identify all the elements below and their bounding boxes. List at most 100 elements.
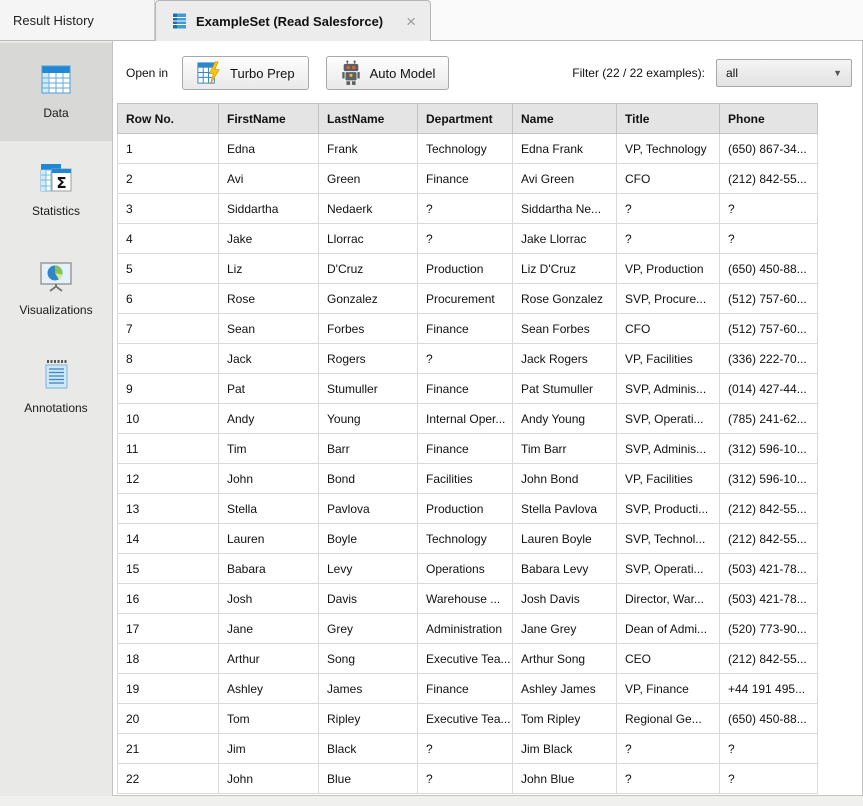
table-row[interactable]: 8JackRogers?Jack RogersVP, Facilities(33… [118,344,818,374]
table-cell[interactable]: (212) 842-55... [720,164,818,194]
table-cell[interactable]: Lauren Boyle [513,524,617,554]
table-cell[interactable]: CFO [617,314,720,344]
table-row[interactable]: 7SeanForbesFinanceSean ForbesCFO(512) 75… [118,314,818,344]
table-cell[interactable]: ? [617,224,720,254]
table-cell[interactable]: 18 [118,644,219,674]
table-cell[interactable]: Pavlova [319,494,418,524]
table-cell[interactable]: 21 [118,734,219,764]
table-cell[interactable]: 12 [118,464,219,494]
column-header-title[interactable]: Title [617,104,720,134]
table-cell[interactable]: Tom [219,704,319,734]
table-row[interactable]: 15BabaraLevyOperationsBabara LevySVP, Op… [118,554,818,584]
table-row[interactable]: 22JohnBlue?John Blue?? [118,764,818,794]
table-cell[interactable]: CEO [617,644,720,674]
table-cell[interactable]: Babara [219,554,319,584]
column-header-row-no[interactable]: Row No. [118,104,219,134]
table-cell[interactable]: Frank [319,134,418,164]
table-cell[interactable]: 15 [118,554,219,584]
table-cell[interactable]: 8 [118,344,219,374]
table-cell[interactable]: ? [418,224,513,254]
column-header-firstname[interactable]: FirstName [219,104,319,134]
table-cell[interactable]: VP, Production [617,254,720,284]
table-cell[interactable]: (520) 773-90... [720,614,818,644]
table-row[interactable]: 2AviGreenFinanceAvi GreenCFO(212) 842-55… [118,164,818,194]
table-cell[interactable]: SVP, Operati... [617,404,720,434]
table-cell[interactable]: Jake [219,224,319,254]
table-cell[interactable]: Josh Davis [513,584,617,614]
table-cell[interactable]: Siddartha Ne... [513,194,617,224]
sidebar-item-annotations[interactable]: Annotations [0,337,112,435]
table-cell[interactable]: Grey [319,614,418,644]
table-cell[interactable]: ? [720,194,818,224]
tab-exampleset[interactable]: ExampleSet (Read Salesforce) × [155,0,431,41]
table-cell[interactable]: Andy [219,404,319,434]
column-header-department[interactable]: Department [418,104,513,134]
table-cell[interactable]: Jim Black [513,734,617,764]
table-cell[interactable]: (312) 596-10... [720,434,818,464]
column-header-name[interactable]: Name [513,104,617,134]
table-cell[interactable]: Operations [418,554,513,584]
turbo-prep-button[interactable]: Turbo Prep [182,56,309,90]
table-cell[interactable]: Gonzalez [319,284,418,314]
table-cell[interactable]: Production [418,254,513,284]
table-cell[interactable]: VP, Technology [617,134,720,164]
table-cell[interactable]: Administration [418,614,513,644]
table-cell[interactable]: Barr [319,434,418,464]
table-cell[interactable]: Boyle [319,524,418,554]
table-cell[interactable]: SVP, Adminis... [617,434,720,464]
auto-model-button[interactable]: Auto Model [326,56,450,90]
table-cell[interactable]: Jane Grey [513,614,617,644]
table-cell[interactable]: Tim Barr [513,434,617,464]
table-row[interactable]: 3SiddarthaNedaerk?Siddartha Ne...?? [118,194,818,224]
table-cell[interactable]: D'Cruz [319,254,418,284]
table-cell[interactable]: 6 [118,284,219,314]
table-cell[interactable]: Ashley James [513,674,617,704]
table-cell[interactable]: Regional Ge... [617,704,720,734]
table-cell[interactable]: Jake Llorrac [513,224,617,254]
sidebar-item-data[interactable]: Data [0,43,112,141]
table-cell[interactable]: Jane [219,614,319,644]
table-cell[interactable]: Director, War... [617,584,720,614]
table-cell[interactable]: Song [319,644,418,674]
table-cell[interactable]: Stella Pavlova [513,494,617,524]
table-cell[interactable]: Dean of Admi... [617,614,720,644]
table-cell[interactable]: Siddartha [219,194,319,224]
table-cell[interactable]: Nedaerk [319,194,418,224]
table-cell[interactable]: VP, Finance [617,674,720,704]
table-cell[interactable]: Warehouse ... [418,584,513,614]
table-row[interactable]: 17JaneGreyAdministrationJane GreyDean of… [118,614,818,644]
close-icon[interactable]: × [406,13,416,30]
filter-dropdown[interactable]: all ▼ [716,59,852,87]
table-cell[interactable]: Avi [219,164,319,194]
table-cell[interactable]: ? [418,734,513,764]
table-cell[interactable]: ? [720,734,818,764]
table-cell[interactable]: Executive Tea... [418,704,513,734]
table-cell[interactable]: Rose Gonzalez [513,284,617,314]
table-cell[interactable]: Llorrac [319,224,418,254]
table-row[interactable]: 13StellaPavlovaProductionStella PavlovaS… [118,494,818,524]
table-cell[interactable]: VP, Facilities [617,464,720,494]
table-cell[interactable]: Procurement [418,284,513,314]
table-row[interactable]: 10AndyYoungInternal Oper...Andy YoungSVP… [118,404,818,434]
table-cell[interactable]: Finance [418,164,513,194]
table-cell[interactable]: Finance [418,314,513,344]
table-cell[interactable]: Sean [219,314,319,344]
table-cell[interactable]: SVP, Operati... [617,554,720,584]
table-row[interactable]: 18ArthurSongExecutive Tea...Arthur SongC… [118,644,818,674]
table-cell[interactable]: Internal Oper... [418,404,513,434]
table-cell[interactable]: Stella [219,494,319,524]
table-cell[interactable]: (212) 842-55... [720,524,818,554]
table-cell[interactable]: Ashley [219,674,319,704]
table-cell[interactable]: Jack [219,344,319,374]
table-cell[interactable]: 19 [118,674,219,704]
table-cell[interactable]: (336) 222-70... [720,344,818,374]
table-cell[interactable]: ? [720,224,818,254]
table-cell[interactable]: Young [319,404,418,434]
column-header-lastname[interactable]: LastName [319,104,418,134]
table-cell[interactable]: Sean Forbes [513,314,617,344]
table-row[interactable]: 4JakeLlorrac?Jake Llorrac?? [118,224,818,254]
table-row[interactable]: 20TomRipleyExecutive Tea...Tom RipleyReg… [118,704,818,734]
table-cell[interactable]: (785) 241-62... [720,404,818,434]
table-cell[interactable]: Jim [219,734,319,764]
table-row[interactable]: 1EdnaFrankTechnologyEdna FrankVP, Techno… [118,134,818,164]
